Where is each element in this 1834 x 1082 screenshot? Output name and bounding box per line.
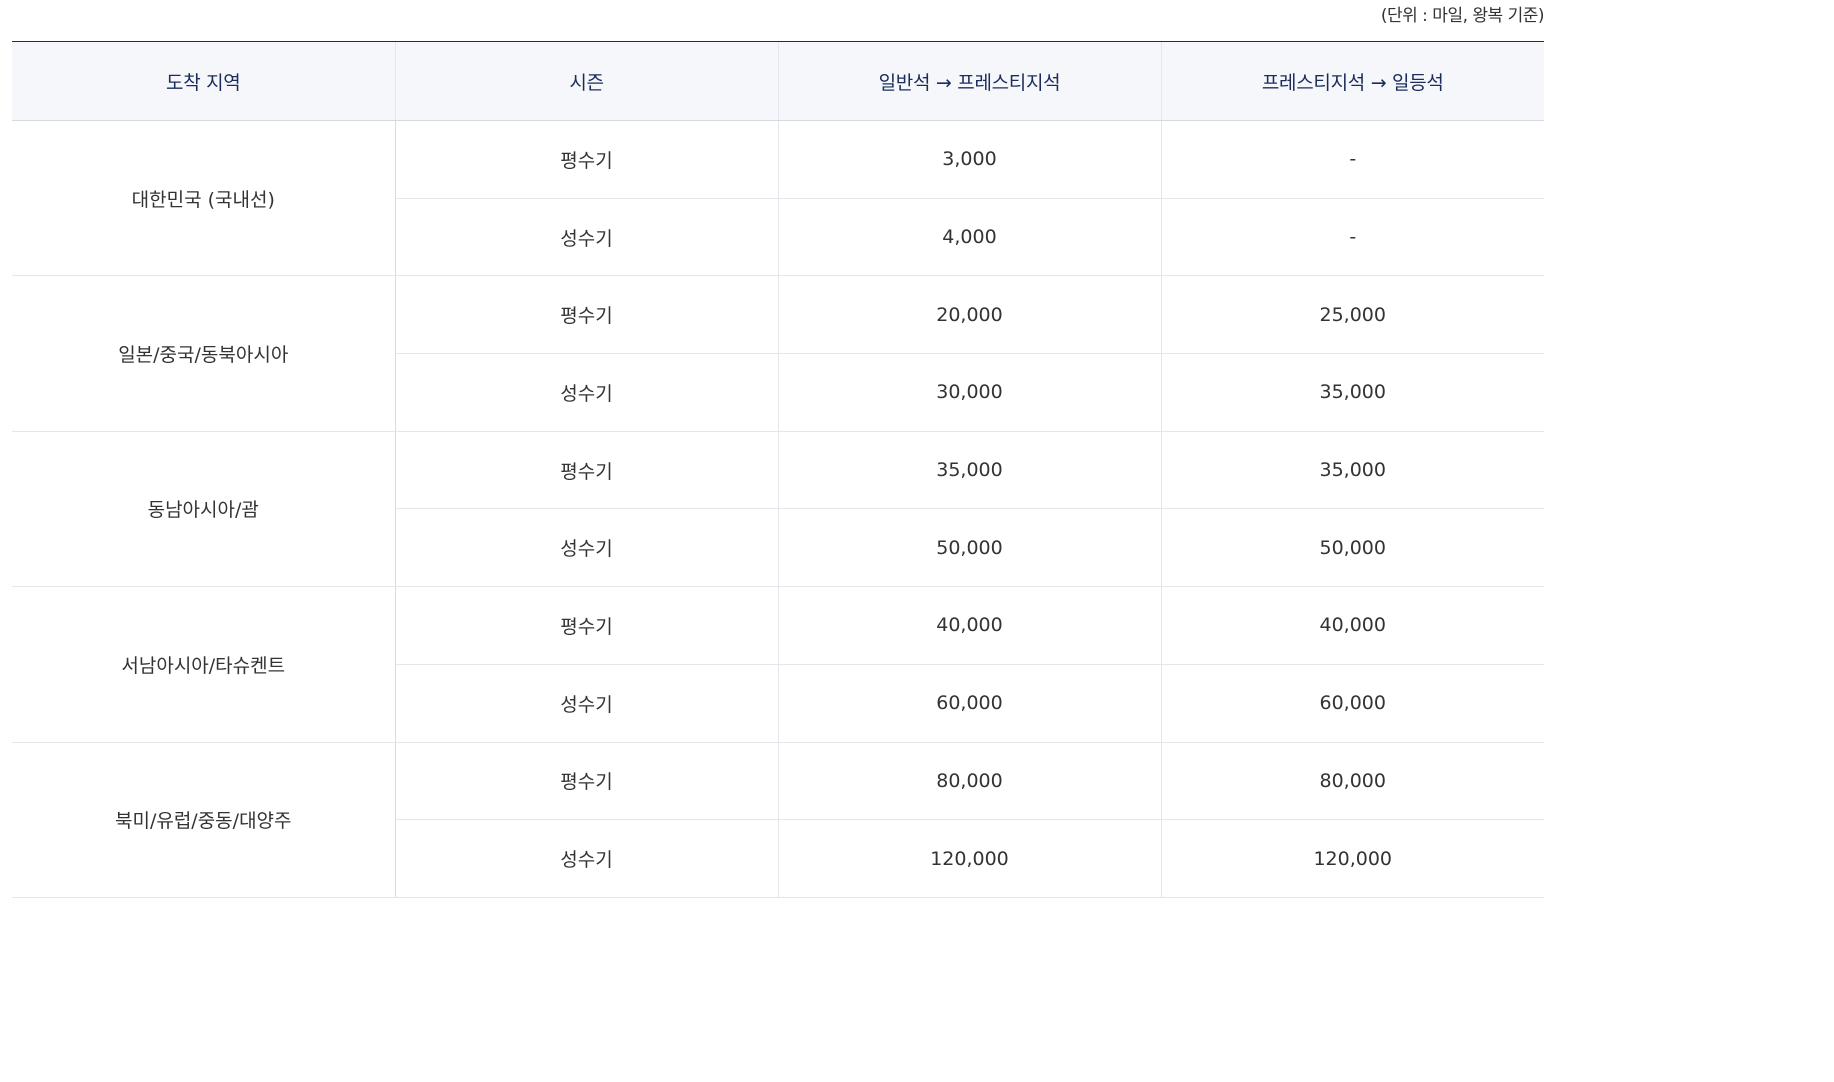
economy-to-prestige-cell: 120,000 <box>777 819 1161 898</box>
prestige-to-first-cell: 25,000 <box>1160 275 1544 355</box>
season-cell: 평수기 <box>394 120 778 199</box>
economy-to-prestige-cell: 30,000 <box>777 353 1161 432</box>
region-cell: 북미/유럽/중동/대양주 <box>12 742 396 898</box>
prestige-to-first-cell: - <box>1160 198 1544 277</box>
prestige-to-first-cell: 35,000 <box>1160 431 1544 510</box>
economy-to-prestige-cell: 40,000 <box>777 586 1161 665</box>
region-cell: 일본/중국/동북아시아 <box>12 275 396 432</box>
season-cell: 평수기 <box>394 431 778 510</box>
economy-to-prestige-cell: 3,000 <box>777 120 1161 199</box>
header-prestige-to-first: 프레스티지석 → 일등석 <box>1160 41 1544 121</box>
economy-to-prestige-cell: 4,000 <box>777 198 1161 277</box>
table-row: 북미/유럽/중동/대양주 평수기 80,000 80,000 <box>12 742 1544 898</box>
season-cell: 성수기 <box>394 353 778 432</box>
prestige-to-first-cell: 60,000 <box>1160 664 1544 743</box>
prestige-to-first-cell: 120,000 <box>1160 819 1544 898</box>
season-cell: 성수기 <box>394 664 778 743</box>
prestige-to-first-cell: 50,000 <box>1160 508 1544 588</box>
table-header: 도착 지역 시즌 일반석 → 프레스티지석 프레스티지석 → 일등석 <box>12 41 1544 121</box>
prestige-to-first-cell: 40,000 <box>1160 586 1544 665</box>
header-economy-to-prestige: 일반석 → 프레스티지석 <box>777 41 1161 121</box>
economy-to-prestige-cell: 35,000 <box>777 431 1161 510</box>
region-cell: 서남아시아/타슈켄트 <box>12 586 396 743</box>
economy-to-prestige-cell: 80,000 <box>777 742 1161 821</box>
prestige-to-first-cell: 80,000 <box>1160 742 1544 821</box>
season-cell: 성수기 <box>394 198 778 277</box>
prestige-to-first-cell: 35,000 <box>1160 353 1544 432</box>
season-cell: 평수기 <box>394 275 778 355</box>
prestige-to-first-cell: - <box>1160 120 1544 199</box>
table-row: 대한민국 (국내선) 평수기 3,000 - <box>12 120 1544 277</box>
header-region: 도착 지역 <box>12 41 395 121</box>
region-cell: 대한민국 (국내선) <box>12 120 396 277</box>
table-row: 동남아시아/괌 평수기 35,000 35,000 <box>12 431 1544 588</box>
table-row: 일본/중국/동북아시아 평수기 20,000 25,000 <box>12 275 1544 432</box>
region-cell: 동남아시아/괌 <box>12 431 396 588</box>
header-season: 시즌 <box>394 41 778 121</box>
table-row: 서남아시아/타슈켄트 평수기 40,000 40,000 <box>12 586 1544 743</box>
economy-to-prestige-cell: 60,000 <box>777 664 1161 743</box>
header-row: 도착 지역 시즌 일반석 → 프레스티지석 프레스티지석 → 일등석 <box>12 41 1544 121</box>
season-cell: 성수기 <box>394 508 778 588</box>
economy-to-prestige-cell: 20,000 <box>777 275 1161 355</box>
season-cell: 평수기 <box>394 742 778 821</box>
season-cell: 평수기 <box>394 586 778 665</box>
season-cell: 성수기 <box>394 819 778 898</box>
table-body: 대한민국 (국내선) 평수기 3,000 - 성수기 4,000 - 일본/중국… <box>12 120 1544 898</box>
economy-to-prestige-cell: 50,000 <box>777 508 1161 588</box>
unit-note: (단위 : 마일, 왕복 기준) <box>1380 6 1545 26</box>
upgrade-miles-table: 도착 지역 시즌 일반석 → 프레스티지석 프레스티지석 → 일등석 대한민국 … <box>12 41 1544 898</box>
